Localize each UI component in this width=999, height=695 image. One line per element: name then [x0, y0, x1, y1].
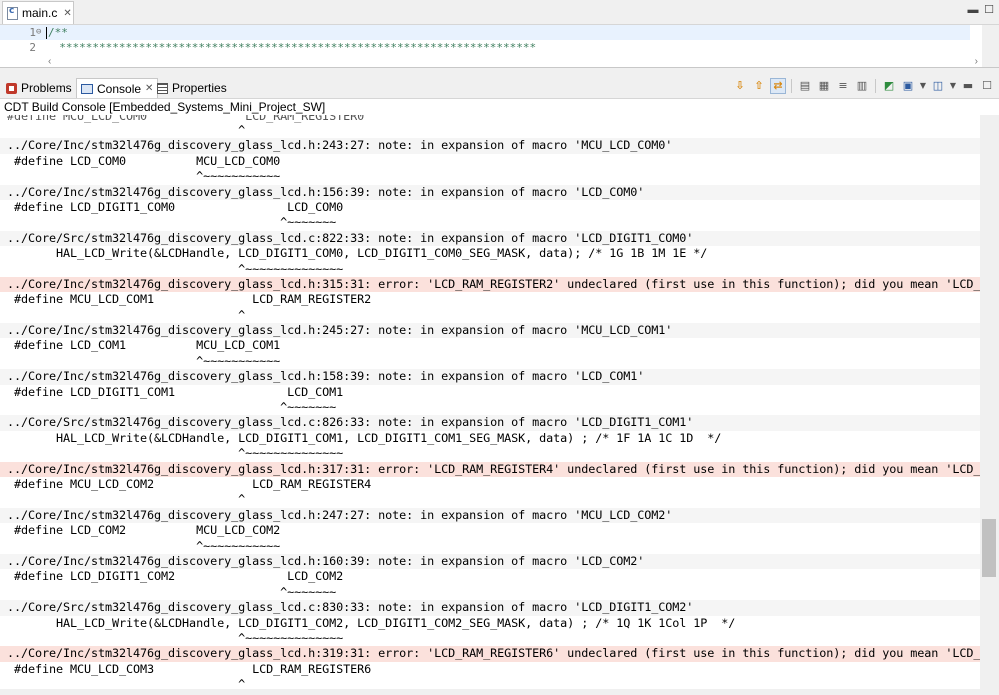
tab-problems[interactable]: Problems [2, 78, 76, 98]
console-line-partial: #define MCU_LCD_COM0 LCD_RAM_REGISTER0 [7, 115, 365, 123]
console-note-line[interactable]: ../Core/Inc/stm32l476g_discovery_glass_l… [0, 323, 980, 339]
console-line: #define LCD_COM1 MCU_LCD_COM1 [7, 338, 281, 353]
console-line: ^ [7, 123, 246, 137]
code-line[interactable]: 1 ⊖ /** [0, 25, 970, 40]
console-line: #define MCU_LCD_COM1 LCD_RAM_REGISTER2 [7, 292, 372, 307]
clear-console-icon[interactable]: ▥ [854, 78, 870, 94]
console-error-line[interactable]: ../Core/Inc/stm32l476g_discovery_glass_l… [0, 461, 980, 477]
scroll-left-icon[interactable]: ‹ [48, 56, 51, 67]
copy-build-log-icon[interactable]: ▤ [797, 78, 813, 94]
console-note-line[interactable]: ../Core/Src/stm32l476g_discovery_glass_l… [0, 230, 980, 247]
editor-tab-main-c[interactable]: main.c ✕ [2, 1, 74, 24]
maximize-icon[interactable]: ☐ [979, 78, 995, 94]
scroll-lock-icon[interactable]: ▦ [816, 78, 832, 94]
next-error-icon[interactable]: ⇩ [732, 78, 748, 94]
console-line: ^~~~~~~~ [7, 215, 337, 230]
console-note-line[interactable]: ../Core/Inc/stm32l476g_discovery_glass_l… [0, 553, 980, 570]
console-line: ^~~~~~~~~~~~ [7, 538, 281, 553]
tab-properties[interactable]: Properties [153, 78, 231, 98]
editor-vertical-scrollbar[interactable] [982, 25, 999, 67]
console-note-line[interactable]: ../Core/Src/stm32l476g_discovery_glass_l… [0, 415, 980, 431]
pin-console-icon[interactable]: ◩ [881, 78, 897, 94]
console-horizontal-scrollbar[interactable] [0, 689, 980, 695]
console-line: ^ [7, 492, 246, 507]
code-line[interactable]: 2 **************************************… [0, 40, 970, 55]
console-output[interactable]: #define MCU_LCD_COM0 LCD_RAM_REGISTER0 ^… [0, 115, 980, 695]
problems-icon [6, 82, 17, 94]
console-line: #define LCD_DIGIT1_COM0 LCD_COM0 [7, 199, 344, 214]
display-console-dropdown-icon[interactable]: ▼ [919, 78, 927, 94]
console-note-line[interactable]: ../Core/Inc/stm32l476g_discovery_glass_l… [0, 138, 980, 154]
display-console-icon[interactable]: ▣ [900, 78, 916, 94]
maximize-icon[interactable]: ☐ [983, 4, 995, 16]
console-line: ^~~~~~~~~~~~ [7, 169, 281, 184]
console-line: #define LCD_COM2 MCU_LCD_COM2 [7, 523, 281, 538]
toolbar-separator [875, 79, 876, 93]
console-line: #define MCU_LCD_COM2 LCD_RAM_REGISTER4 [7, 476, 372, 491]
console-line: HAL_LCD_Write(&LCDHandle, LCD_DIGIT1_COM… [7, 615, 736, 630]
console-line: #define LCD_DIGIT1_COM1 LCD_COM1 [7, 384, 344, 399]
editor-horizontal-scrollbar[interactable]: ‹ › [44, 55, 982, 67]
minimize-icon[interactable]: ▬ [967, 4, 979, 16]
close-icon[interactable]: ✕ [63, 8, 71, 19]
word-wrap-icon[interactable]: ≡ [835, 78, 851, 94]
console-line: ^~~~~~~~~~~~~~~ [7, 630, 344, 645]
line-number: 1 [29, 26, 36, 39]
console-line: #define MCU_LCD_COM3 LCD_RAM_REGISTER6 [7, 661, 372, 676]
fold-icon[interactable]: ⊖ [36, 25, 41, 40]
c-file-icon [7, 6, 18, 20]
editor-tab-title: main.c [22, 6, 58, 20]
show-error-in-editor-icon[interactable]: ⇄ [770, 78, 786, 94]
tab-label: Problems [21, 81, 72, 95]
text-caret [46, 27, 47, 39]
console-line: ^~~~~~~~~~~~~~~ [7, 446, 344, 461]
console-vertical-scrollbar[interactable] [980, 115, 999, 695]
console-note-line[interactable]: ../Core/Inc/stm32l476g_discovery_glass_l… [0, 507, 980, 524]
console-line: ^ [7, 307, 246, 322]
open-console-icon[interactable]: ◫ [930, 78, 946, 94]
console-line: #define LCD_DIGIT1_COM2 LCD_COM2 [7, 569, 344, 584]
previous-error-icon[interactable]: ⇧ [751, 78, 767, 94]
code-line-text: /** [48, 26, 68, 39]
scrollbar-thumb[interactable] [982, 519, 996, 577]
console-line: HAL_LCD_Write(&LCDHandle, LCD_DIGIT1_COM… [7, 430, 722, 445]
editor-tabbar: main.c ✕ ▬ ☐ [0, 0, 999, 25]
console-line: ^~~~~~~~~~~~ [7, 353, 281, 368]
console-error-line[interactable]: ../Core/Inc/stm32l476g_discovery_glass_l… [0, 276, 980, 293]
properties-icon [157, 82, 168, 94]
minimize-icon[interactable]: ▬ [960, 78, 976, 94]
code-text: /** [46, 25, 68, 40]
toolbar-separator [791, 79, 792, 93]
tab-label: Console [97, 81, 142, 96]
code-line-text: ****************************************… [46, 41, 537, 54]
console-line: ^~~~~~~~~~~~~~~ [7, 261, 344, 276]
code-editor[interactable]: 1 ⊖ /** 2 ******************************… [0, 25, 999, 68]
console-line: ^~~~~~~~ [7, 400, 337, 415]
console-icon [81, 83, 93, 94]
console-line: HAL_LCD_Write(&LCDHandle, LCD_DIGIT1_COM… [7, 246, 708, 261]
open-console-dropdown-icon[interactable]: ▼ [949, 78, 957, 94]
console-note-line[interactable]: ../Core/Inc/stm32l476g_discovery_glass_l… [0, 369, 980, 385]
console-title: CDT Build Console [Embedded_Systems_Mini… [0, 99, 999, 115]
console-error-line[interactable]: ../Core/Inc/stm32l476g_discovery_glass_l… [0, 646, 980, 662]
console-toolbar: ⇩ ⇧ ⇄ ▤ ▦ ≡ ▥ ◩ ▣ ▼ ◫ ▼ ▬ ☐ [732, 78, 995, 94]
console-line: ^~~~~~~~ [7, 584, 337, 599]
console-line: #define LCD_COM0 MCU_LCD_COM0 [7, 153, 281, 168]
console-note-line[interactable]: ../Core/Inc/stm32l476g_discovery_glass_l… [0, 184, 980, 200]
tab-console[interactable]: Console ✕ [76, 78, 159, 98]
scroll-right-icon[interactable]: › [975, 56, 978, 67]
tab-label: Properties [172, 81, 227, 95]
line-number: 2 [29, 41, 36, 54]
console-note-line[interactable]: ../Core/Src/stm32l476g_discovery_glass_l… [0, 600, 980, 616]
